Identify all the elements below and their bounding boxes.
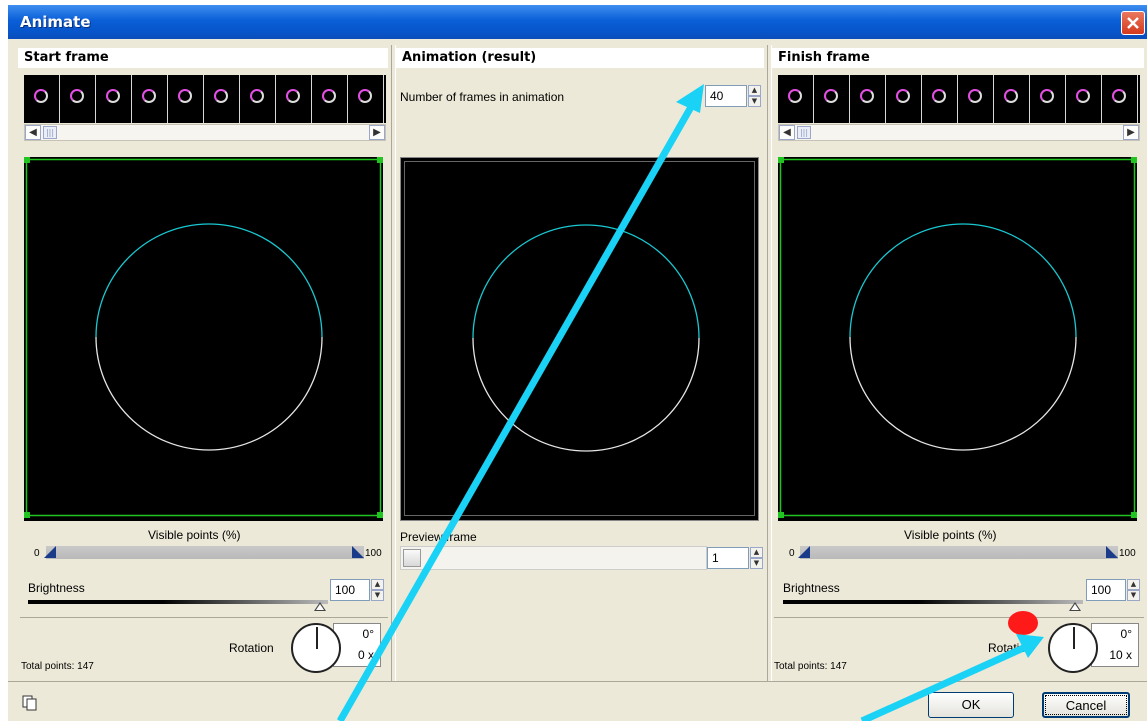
finish-rotation-label: Rotation [988,641,1033,655]
slider-max-handle-icon[interactable] [1106,546,1118,558]
start-frame-heading: Start frame [18,48,388,68]
finish-visible-max: 100 [1119,548,1136,559]
frame-thumbnail[interactable] [24,75,60,123]
scroll-thumb[interactable]: ||| [43,126,57,139]
finish-visible-min: 0 [789,548,795,559]
frame-thumbnail[interactable] [204,75,240,123]
title-bar[interactable]: Animate [8,5,1147,39]
cancel-button[interactable]: Cancel [1042,692,1130,718]
window-title: Animate [20,13,91,31]
start-rotation-times: 0 x [357,648,374,662]
brightness-pointer-icon[interactable] [314,602,326,611]
red-marker-dot [1008,611,1038,635]
frame-thumbnail[interactable] [312,75,348,123]
panel-divider [767,45,772,681]
frame-thumbnail[interactable] [132,75,168,123]
finish-rotation-times: 10 x [1109,648,1132,662]
frame-thumbnail[interactable] [850,75,886,123]
animate-dialog: Animate Start frame Animation (result) F… [8,5,1147,721]
animation-preview-canvas [400,157,759,521]
frame-thumbnail[interactable] [240,75,276,123]
slider-min-handle-icon[interactable] [798,546,810,558]
finish-brightness-slider[interactable] [783,600,1083,604]
start-brightness-input[interactable]: 100 [330,579,370,601]
frame-thumbnail[interactable] [958,75,994,123]
ok-button[interactable]: OK [928,692,1014,718]
frame-thumbnail[interactable] [886,75,922,123]
start-brightness-slider[interactable] [28,600,328,604]
frame-thumbnail[interactable] [96,75,132,123]
scroll-right-icon[interactable]: ▶ [369,125,385,140]
preview-frame-label: Preview frame [400,530,477,544]
finish-thumbnail-scrollbar[interactable]: ◀ ||| ▶ [778,124,1140,141]
frames-count-stepper[interactable]: ▲ ▼ [748,85,761,107]
finish-frame-thumbnails[interactable] [778,75,1140,123]
start-visible-points-slider[interactable] [46,546,364,559]
slider-min-handle-icon[interactable] [44,546,56,558]
close-icon [1127,17,1139,29]
finish-rotation-degrees: 0° [1120,627,1132,641]
start-rotation-degrees: 0° [362,627,374,641]
start-frame-thumbnails[interactable] [24,75,386,123]
preview-slider-thumb[interactable] [403,549,421,567]
frame-thumbnail[interactable] [60,75,96,123]
separator [20,617,388,618]
preview-frame-slider[interactable] [400,546,707,570]
frame-thumbnail[interactable] [348,75,384,123]
start-rotation-dial-icon[interactable] [291,623,341,673]
scroll-left-icon[interactable]: ◀ [25,125,41,140]
finish-frame-heading: Finish frame [772,48,1144,68]
finish-visible-points-label: Visible points (%) [904,528,997,542]
frame-thumbnail[interactable] [168,75,204,123]
animation-preview-drawing [404,161,755,516]
start-rotation-label: Rotation [229,641,274,655]
finish-frame-drawing [778,157,1137,518]
finish-brightness-label: Brightness [783,581,840,595]
separator [774,617,1144,618]
frame-thumbnail[interactable] [922,75,958,123]
start-visible-max: 100 [365,548,382,559]
finish-rotation-values[interactable]: 0° 10 x [1091,623,1139,667]
bottom-separator [8,681,1147,682]
frame-thumbnail[interactable] [994,75,1030,123]
start-brightness-stepper[interactable]: ▲ ▼ [371,579,384,601]
animation-result-heading: Animation (result) [396,48,764,68]
finish-brightness-stepper[interactable]: ▲ ▼ [1127,579,1140,601]
start-visible-points-label: Visible points (%) [148,528,241,542]
frames-count-label: Number of frames in animation [400,90,565,104]
finish-visible-points-slider[interactable] [800,546,1118,559]
finish-total-points: Total points: 147 [774,661,847,672]
frame-thumbnail[interactable] [1102,75,1138,123]
start-thumbnail-scrollbar[interactable]: ◀ ||| ▶ [24,124,386,141]
start-frame-canvas[interactable] [24,157,383,521]
slider-max-handle-icon[interactable] [352,546,364,558]
scroll-thumb[interactable]: ||| [797,126,811,139]
brightness-pointer-icon[interactable] [1069,602,1081,611]
panel-divider [391,45,396,681]
scroll-right-icon[interactable]: ▶ [1123,125,1139,140]
finish-rotation-dial-icon[interactable] [1048,623,1098,673]
start-total-points: Total points: 147 [21,661,94,672]
start-brightness-label: Brightness [28,581,85,595]
frame-thumbnail[interactable] [1066,75,1102,123]
frames-count-input[interactable]: 40 [705,85,747,107]
scroll-left-icon[interactable]: ◀ [779,125,795,140]
preview-frame-input[interactable]: 1 [707,547,749,569]
copy-icon[interactable] [22,695,38,711]
frame-thumbnail[interactable] [1030,75,1066,123]
frame-thumbnail[interactable] [276,75,312,123]
preview-frame-stepper[interactable]: ▲ ▼ [750,547,763,569]
finish-frame-canvas[interactable] [778,157,1137,521]
finish-brightness-input[interactable]: 100 [1086,579,1126,601]
close-button[interactable] [1121,11,1145,35]
start-visible-min: 0 [34,548,40,559]
frame-thumbnail[interactable] [814,75,850,123]
start-frame-drawing [24,157,383,518]
frame-thumbnail[interactable] [778,75,814,123]
